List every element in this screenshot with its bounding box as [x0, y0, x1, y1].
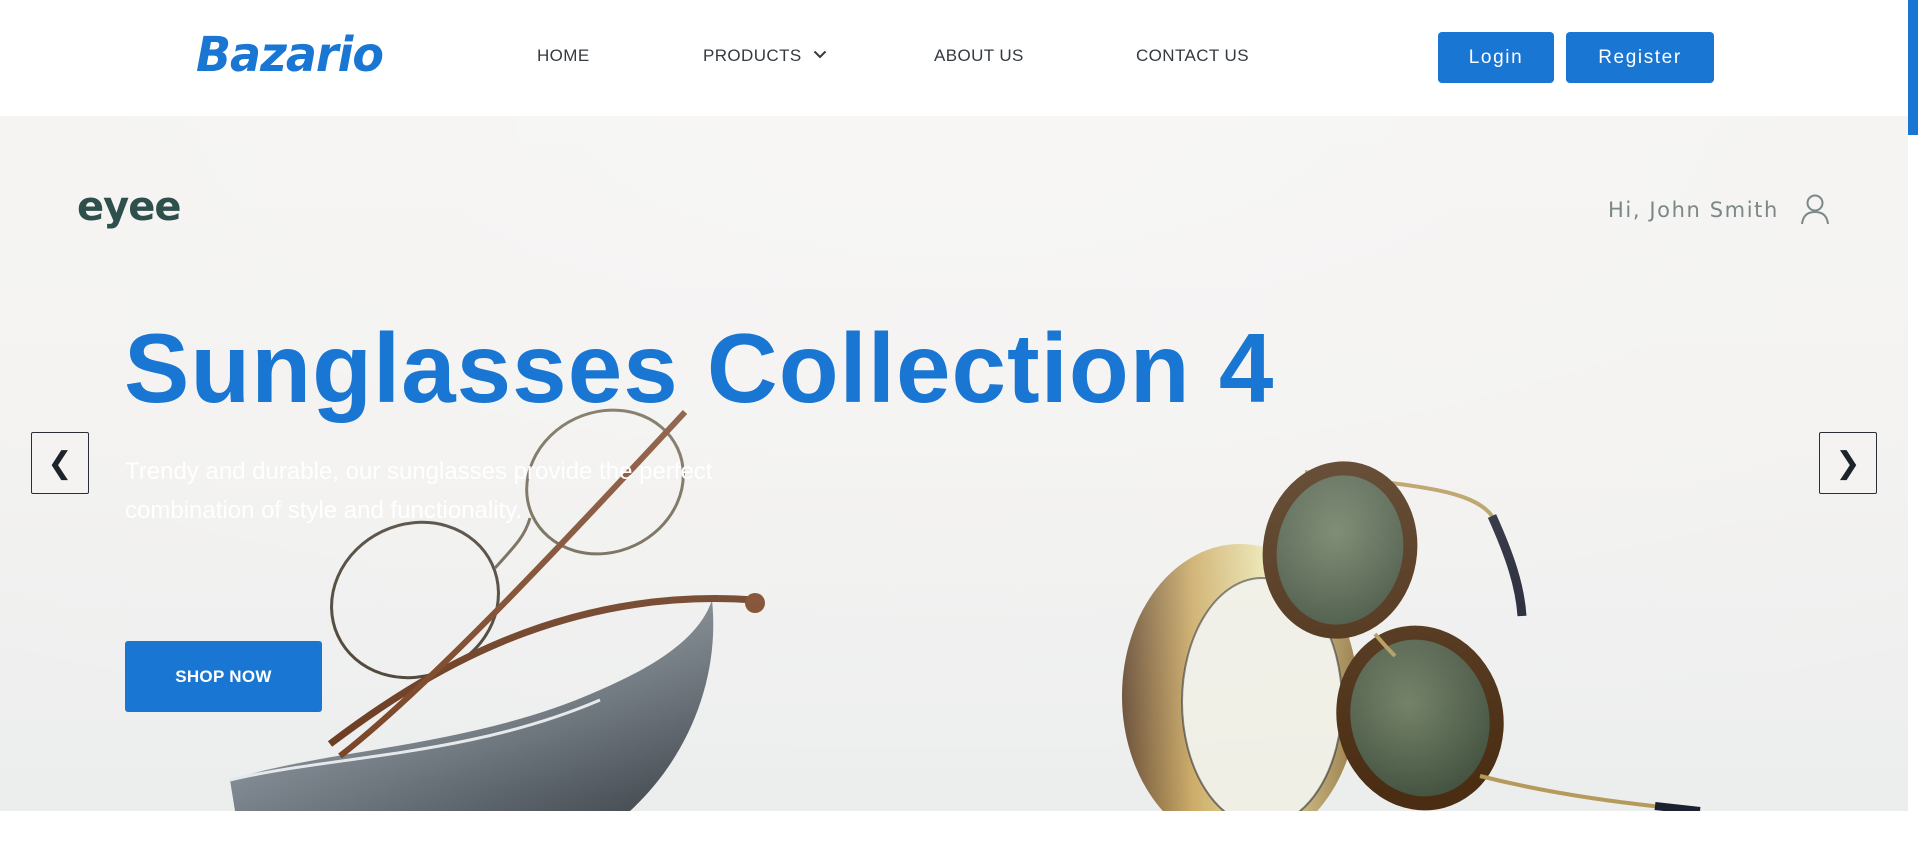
- hero-description: Trendy and durable, our sunglasses provi…: [125, 458, 713, 524]
- site-logo[interactable]: Bazario: [196, 20, 384, 87]
- hero-carousel: eyee Hi, John Smith Sunglasses Collectio…: [0, 116, 1908, 811]
- nav-products-label: PRODUCTS: [703, 46, 802, 65]
- site-header: Bazario HOME PRODUCTS ABOUT US CONTACT U…: [0, 0, 1908, 116]
- user-icon[interactable]: [1800, 193, 1830, 225]
- chevron-left-icon: ❮: [47, 445, 73, 481]
- hero-title: Sunglasses Collection 4: [124, 313, 1275, 423]
- login-button[interactable]: Login: [1438, 32, 1554, 83]
- user-greeting: Hi, John Smith: [1608, 198, 1779, 222]
- scrollbar-thumb[interactable]: [1908, 0, 1918, 135]
- chevron-down-icon: [813, 50, 826, 59]
- brand-logo: eyee: [77, 184, 181, 230]
- carousel-next-button[interactable]: ❯: [1819, 432, 1877, 494]
- nav-home[interactable]: HOME: [537, 46, 590, 66]
- carousel-prev-button[interactable]: ❮: [31, 432, 89, 494]
- nav-contact-us[interactable]: CONTACT US: [1136, 46, 1249, 66]
- shop-now-button[interactable]: SHOP NOW: [125, 641, 322, 712]
- nav-products[interactable]: PRODUCTS: [703, 46, 827, 66]
- register-button[interactable]: Register: [1566, 32, 1714, 83]
- nav-about-us[interactable]: ABOUT US: [934, 46, 1024, 66]
- chevron-right-icon: ❯: [1835, 445, 1861, 481]
